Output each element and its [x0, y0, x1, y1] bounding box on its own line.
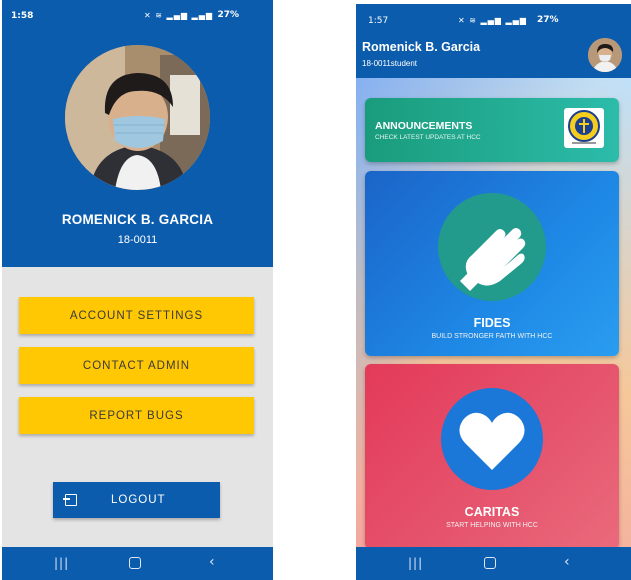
- announcements-title: ANNOUNCEMENTS: [375, 120, 473, 132]
- home-icon[interactable]: [129, 557, 141, 569]
- profile-screen: 1:58 ✕ ≋ ▂▄▆ ▂▄▆ 27% ROMENICK B. GARCIA …: [2, 0, 273, 580]
- logout-label: LOGOUT: [111, 494, 166, 506]
- battery-level: 27%: [537, 15, 559, 25]
- caritas-card[interactable]: CARITAS START HELPING WITH HCC: [365, 364, 619, 549]
- status-time: 1:57: [368, 16, 389, 26]
- android-nav-bar: ||| ‹: [2, 547, 273, 580]
- user-name: Romenick B. Garcia: [362, 40, 481, 54]
- status-icons: ✕ ≋ ▂▄▆ ▂▄▆: [458, 16, 527, 25]
- recent-apps-icon[interactable]: |||: [54, 556, 69, 570]
- caritas-subtitle: START HELPING WITH HCC: [446, 522, 538, 529]
- fides-card[interactable]: FIDES BUILD STRONGER FAITH WITH HCC: [365, 171, 619, 356]
- recent-apps-icon[interactable]: |||: [408, 556, 423, 570]
- user-avatar[interactable]: [588, 38, 622, 72]
- avatar-photo: [588, 38, 622, 72]
- profile-id: 18-0011: [117, 234, 158, 246]
- profile-name: ROMENICK B. GARCIA: [61, 212, 214, 227]
- caritas-icon-circle: [441, 388, 543, 490]
- home-header: 1:57 ✕ ≋ ▂▄▆ ▂▄▆ 27% Romenick B. Garcia …: [356, 4, 631, 78]
- announcements-card[interactable]: ANNOUNCEMENTS CHECK LATEST UPDATES AT HC…: [365, 98, 619, 162]
- android-nav-bar: ||| ‹: [356, 547, 631, 580]
- praying-hands-icon: [460, 228, 526, 291]
- profile-photo: [65, 45, 210, 190]
- logout-icon: [63, 494, 77, 506]
- status-time: 1:58: [11, 11, 34, 21]
- home-screen: 1:57 ✕ ≋ ▂▄▆ ▂▄▆ 27% Romenick B. Garcia …: [356, 4, 631, 580]
- profile-avatar: [65, 45, 210, 190]
- status-bar: 1:58 ✕ ≋ ▂▄▆ ▂▄▆ 27%: [2, 0, 273, 30]
- heart-icon: [459, 412, 525, 470]
- fides-icon-circle: [438, 193, 546, 301]
- home-icon[interactable]: [484, 557, 496, 569]
- fides-subtitle: BUILD STRONGER FAITH WITH HCC: [431, 333, 553, 340]
- back-icon[interactable]: ‹: [564, 554, 570, 570]
- status-icons: ✕ ≋ ▂▄▆ ▂▄▆: [144, 11, 213, 20]
- report-bugs-button[interactable]: REPORT BUGS: [19, 397, 254, 434]
- school-seal-logo: [564, 108, 604, 148]
- user-id: 18-0011student: [362, 59, 418, 68]
- announcements-subtitle: CHECK LATEST UPDATES AT HCC: [375, 134, 481, 141]
- battery-level: 27%: [217, 10, 239, 20]
- fides-title: FIDES: [473, 316, 511, 330]
- account-settings-button[interactable]: ACCOUNT SETTINGS: [19, 297, 254, 334]
- logout-button[interactable]: LOGOUT: [53, 482, 220, 518]
- caritas-title: CARITAS: [464, 505, 520, 519]
- profile-header: 1:58 ✕ ≋ ▂▄▆ ▂▄▆ 27% ROMENICK B. GARCIA …: [2, 0, 273, 267]
- back-icon[interactable]: ‹: [209, 554, 215, 570]
- contact-admin-button[interactable]: CONTACT ADMIN: [19, 347, 254, 384]
